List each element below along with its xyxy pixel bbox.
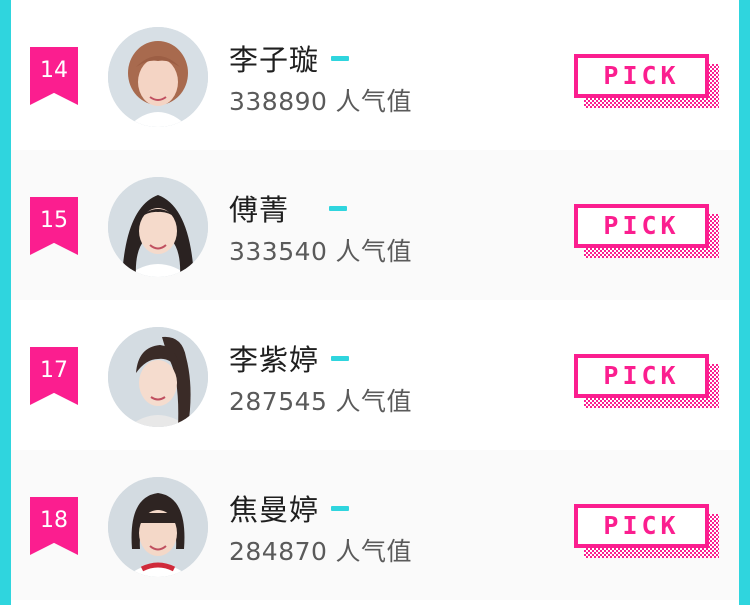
rank-badge: 15 xyxy=(30,197,78,255)
vote-number: 338890 xyxy=(229,87,328,116)
ranking-row[interactable]: 15 傅菁 333540 人气值 PICK xyxy=(11,150,739,300)
avatar xyxy=(108,327,208,427)
pick-button[interactable]: PICK xyxy=(574,354,719,408)
pick-button-label: PICK xyxy=(574,54,709,98)
trainee-name: 焦曼婷 xyxy=(229,493,320,527)
trainee-name: 傅菁 xyxy=(229,193,290,227)
trend-flat-icon xyxy=(329,206,347,211)
vote-label: 人气值 xyxy=(335,387,412,416)
vote-count: 338890 人气值 xyxy=(229,82,412,118)
trend-flat-icon xyxy=(331,506,349,511)
trainee-name: 李紫婷 xyxy=(229,343,320,377)
ranking-row[interactable]: 14 李子璇 338890 人气值 PICK xyxy=(11,0,739,150)
avatar xyxy=(108,27,208,127)
vote-label: 人气值 xyxy=(335,237,412,266)
vote-number: 333540 xyxy=(229,237,328,266)
vote-number: 284870 xyxy=(229,537,328,566)
avatar xyxy=(108,177,208,277)
rank-badge: 18 xyxy=(30,497,78,555)
vote-label: 人气值 xyxy=(335,537,412,566)
ranking-row[interactable]: 18 焦曼婷 284870 人气值 PICK xyxy=(11,450,739,600)
avatar xyxy=(108,477,208,577)
pick-button-label: PICK xyxy=(574,204,709,248)
trend-flat-icon xyxy=(331,356,349,361)
pick-button-label: PICK xyxy=(574,354,709,398)
rank-badge: 17 xyxy=(30,347,78,405)
pick-button[interactable]: PICK xyxy=(574,204,719,258)
trainee-name: 李子璇 xyxy=(229,43,320,77)
pick-button-label: PICK xyxy=(574,504,709,548)
trend-flat-icon xyxy=(331,56,349,61)
pick-button[interactable]: PICK xyxy=(574,54,719,108)
vote-label: 人气值 xyxy=(335,87,412,116)
ranking-row[interactable]: 17 李紫婷 287545 人气值 PICK xyxy=(11,300,739,450)
vote-count: 284870 人气值 xyxy=(229,532,412,568)
ranking-list: 14 李子璇 338890 人气值 PICK 15 傅菁 333540 人气值 … xyxy=(11,0,739,605)
vote-count: 287545 人气值 xyxy=(229,382,412,418)
vote-number: 287545 xyxy=(229,387,328,416)
pick-button[interactable]: PICK xyxy=(574,504,719,558)
vote-count: 333540 人气值 xyxy=(229,232,412,268)
rank-badge: 14 xyxy=(30,47,78,105)
